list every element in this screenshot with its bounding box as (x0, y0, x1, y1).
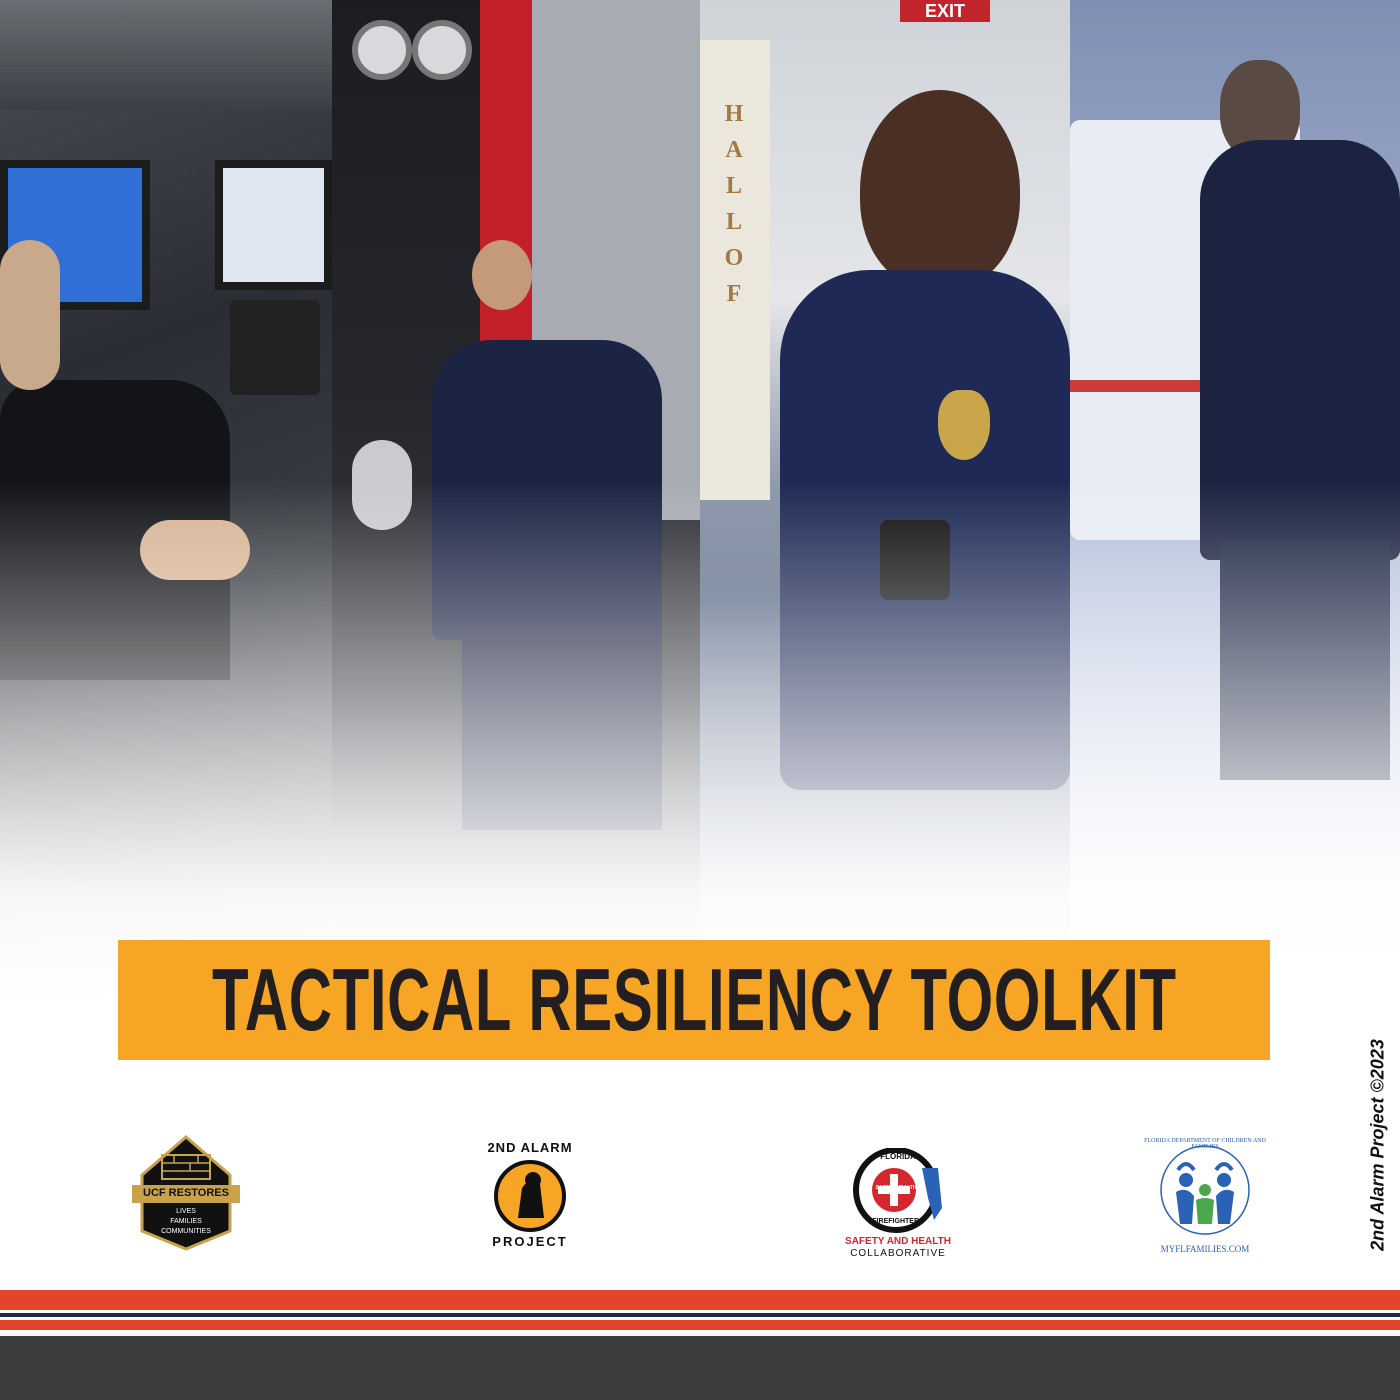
ucf-tag-communities: COMMUNITIES (161, 1228, 211, 1235)
photo-ems-worker (1070, 0, 1400, 1000)
ff-ring-top: FLORIDA (880, 1152, 916, 1161)
ucf-name: UCF RESTORES (143, 1187, 229, 1199)
ucf-tag-families: FAMILIES (170, 1218, 202, 1225)
title-banner: TACTICAL RESILIENCY TOOLKIT (118, 940, 1270, 1060)
photo-collage: EXIT H A L L O F (0, 0, 1400, 1000)
stripe-navy (0, 1313, 1400, 1317)
photo-police-officer: EXIT H A L L O F (700, 0, 1070, 1000)
ucf-restores-logo: UCF RESTORES LIVES FAMILIES COMMUNITIES (130, 1135, 242, 1251)
stripe-red-top (0, 1290, 1400, 1310)
stripe-red-bottom (0, 1320, 1400, 1330)
alarm-bottom-text: PROJECT (492, 1234, 568, 1249)
photo-dispatcher (0, 0, 332, 1000)
copyright-notice: 2nd Alarm Project ©2023 (1367, 1039, 1388, 1251)
footer-band (0, 1336, 1400, 1400)
photo-firefighter (332, 0, 700, 1000)
dcf-ring-text: FLORIDA DEPARTMENT OF CHILDREN AND FAMIL… (1144, 1138, 1266, 1150)
florida-firefighters-logo: FLORIDA FIREFIGHTERS SAFETY HEALTH SAFET… (838, 1147, 958, 1260)
ff-line1: SAFETY AND HEALTH (845, 1236, 951, 1247)
hall-of-sign: H A L L O F (724, 101, 744, 307)
second-alarm-project-logo: 2ND ALARM PROJECT (478, 1140, 582, 1252)
florida-dcf-logo: FLORIDA DEPARTMENT OF CHILDREN AND FAMIL… (1144, 1138, 1266, 1258)
ff-center: SAFETY HEALTH (875, 1185, 917, 1191)
alarm-top-text: 2ND ALARM (487, 1140, 573, 1155)
ff-line2: COLLABORATIVE (850, 1248, 946, 1259)
ucf-tag-lives: LIVES (176, 1208, 196, 1215)
exit-sign: EXIT (900, 0, 990, 22)
ff-ring-bottom: FIREFIGHTERS (872, 1218, 924, 1225)
dcf-url: MYFLFAMILIES.COM (1160, 1244, 1250, 1254)
toolkit-title: TACTICAL RESILIENCY TOOLKIT (211, 950, 1177, 1049)
